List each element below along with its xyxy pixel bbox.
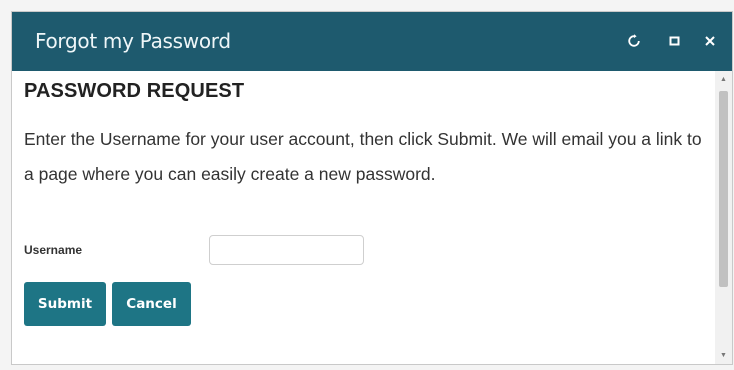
scroll-down-arrow-icon[interactable]: ▼ bbox=[715, 349, 732, 363]
refresh-icon[interactable] bbox=[624, 30, 644, 52]
username-input[interactable] bbox=[209, 235, 364, 265]
vertical-scrollbar[interactable]: ▲ ▼ bbox=[715, 71, 732, 364]
scroll-up-arrow-icon[interactable]: ▲ bbox=[715, 73, 732, 87]
maximize-icon[interactable] bbox=[665, 30, 685, 52]
forgot-password-dialog: Forgot my Password PASSWORD REQUEST Ente… bbox=[11, 11, 733, 365]
dialog-title: Forgot my Password bbox=[35, 29, 231, 53]
scrollbar-thumb[interactable] bbox=[719, 91, 728, 287]
cancel-button[interactable]: Cancel bbox=[112, 282, 191, 326]
page-background: Forgot my Password PASSWORD REQUEST Ente… bbox=[0, 0, 734, 370]
username-label: Username bbox=[24, 243, 83, 257]
dialog-titlebar[interactable]: Forgot my Password bbox=[12, 12, 732, 71]
page-title: PASSWORD REQUEST bbox=[24, 80, 245, 102]
submit-button[interactable]: Submit bbox=[24, 282, 106, 326]
instructions-text: Enter the Username for your user account… bbox=[24, 129, 702, 184]
close-icon[interactable] bbox=[700, 30, 720, 52]
dialog-content: PASSWORD REQUEST Enter the Username for … bbox=[12, 71, 714, 364]
